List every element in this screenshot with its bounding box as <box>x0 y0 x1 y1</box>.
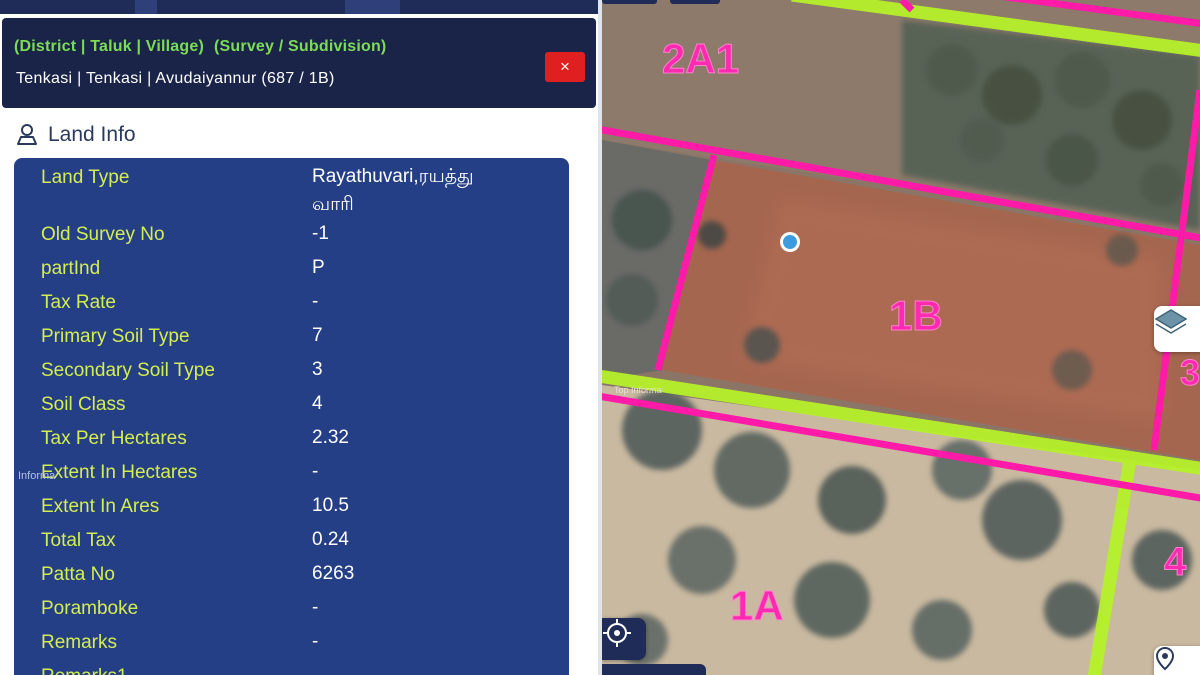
location-pin-icon <box>1155 646 1175 671</box>
layers-icon <box>1154 309 1188 334</box>
row-value: - <box>312 597 319 618</box>
location-button[interactable] <box>1154 646 1200 675</box>
row-label: Extent In Hectares <box>41 462 198 483</box>
strip-mark <box>345 0 400 14</box>
row-label: Soil Class <box>41 394 126 415</box>
satellite-map[interactable]: 2A1 1B 1A 3 4 Top Informa <box>602 0 1200 675</box>
locate-button[interactable] <box>602 618 646 660</box>
row-value: 10.5 <box>312 495 349 516</box>
row-label: Poramboke <box>41 598 139 619</box>
strip-mark <box>135 0 157 14</box>
location-value: Tenkasi | Tenkasi | Avudaiyannur (687 / … <box>16 70 335 87</box>
survey-label: (Survey / Subdivision) <box>214 38 387 55</box>
parcel-label-2a1: 2A1 <box>662 35 739 82</box>
location-path-label: (District | Taluk | Village) <box>14 38 205 55</box>
row-value: - <box>312 461 319 482</box>
layers-button[interactable] <box>1154 306 1200 352</box>
crosshair-icon <box>603 619 631 647</box>
row-label: Total Tax <box>41 530 116 551</box>
parcel-label-3: 3 <box>1180 352 1200 393</box>
row-value: 4 <box>312 393 323 414</box>
close-icon[interactable]: × <box>560 57 570 76</box>
row-label: Patta No <box>41 564 115 585</box>
parcel-label-4: 4 <box>1164 540 1187 584</box>
row-value-continued: வாரி <box>312 194 354 215</box>
person-pin-icon <box>17 124 37 145</box>
row-value: P <box>312 257 325 278</box>
row-value: - <box>312 291 319 312</box>
map-top-tab[interactable] <box>602 0 657 4</box>
top-strip <box>0 0 598 14</box>
land-info-panel: (District | Taluk | Village) (Survey / Su… <box>0 0 598 675</box>
parcel-label-1a: 1A <box>730 582 784 629</box>
row-label: Land Type <box>41 167 130 188</box>
land-info-title: Land Info <box>48 123 136 146</box>
row-value: - <box>312 631 319 652</box>
row-label: Primary Soil Type <box>41 326 190 347</box>
row-value: 6263 <box>312 563 355 584</box>
header-field-labels: (District | Taluk | Village) (Survey / Su… <box>14 38 386 56</box>
current-location-dot[interactable] <box>783 235 797 249</box>
row-value: 2.32 <box>312 427 349 448</box>
row-label: Remarks <box>41 632 118 653</box>
parcel-label-1b: 1B <box>889 292 943 339</box>
row-label: Remarks1 <box>41 666 128 675</box>
map-top-tab[interactable] <box>670 0 720 4</box>
row-label: Secondary Soil Type <box>41 360 215 381</box>
map-overlay-caption: Top Informa <box>614 385 662 395</box>
map-canvas[interactable]: 2A1 1B 1A 3 4 Top Informa <box>602 0 1200 675</box>
close-button[interactable]: × <box>545 52 585 82</box>
row-value: -1 <box>312 223 329 244</box>
row-label: Tax Rate <box>41 292 116 313</box>
row-value: Rayathuvari,ரயத்து <box>312 166 474 187</box>
land-info-heading: Land Info <box>14 121 136 149</box>
row-label: Old Survey No <box>41 224 165 245</box>
bottom-nav-tab[interactable] <box>602 664 706 675</box>
row-value: 3 <box>312 359 323 380</box>
land-info-table: Land Type Rayathuvari,ரயத்து வாரி Old Su… <box>14 158 569 675</box>
row-value: 0.24 <box>312 529 349 550</box>
row-label: Tax Per Hectares <box>41 428 187 449</box>
row-value: 7 <box>312 325 323 346</box>
location-header <box>2 18 596 108</box>
overlay-caption: Informa <box>18 470 56 482</box>
row-label: partInd <box>41 258 101 279</box>
row-label: Extent In Ares <box>41 496 160 517</box>
